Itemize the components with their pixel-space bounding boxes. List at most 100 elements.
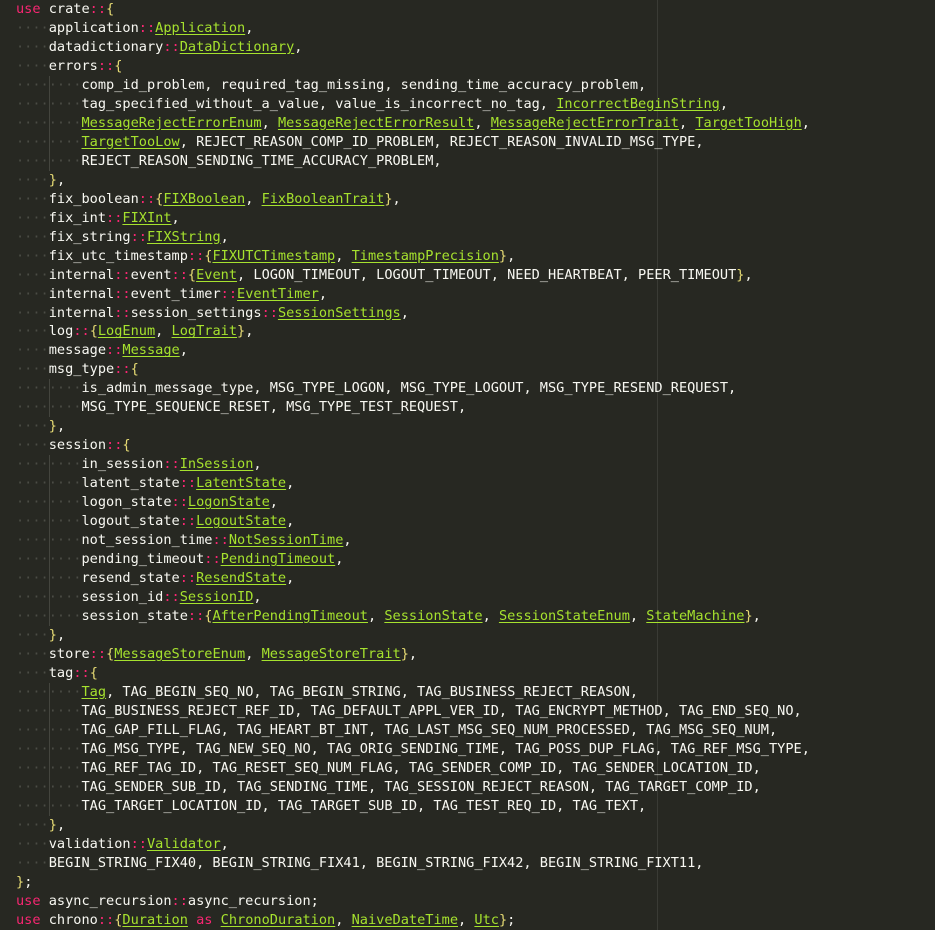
- indent-whitespace: ····: [48, 152, 82, 169]
- code-editor[interactable]: use crate::{····application::Application…: [0, 0, 935, 930]
- code-line[interactable]: };: [0, 873, 810, 892]
- code-line[interactable]: ········ TAG_GAP_FILL_FLAG, TAG_HEART_BT_…: [0, 720, 810, 740]
- code-line[interactable]: ········ comp_id_problem, required_tag_mi…: [0, 75, 810, 95]
- code-line[interactable]: ········ is_admin_message_type, MSG_TYPE_…: [0, 379, 810, 399]
- indent-guide: [48, 493, 50, 513]
- code-line[interactable]: ········ session_id::SessionID,: [0, 588, 810, 607]
- indent-whitespace: ····: [16, 228, 49, 245]
- code-line[interactable]: use async_recursion::async_recursion;: [0, 892, 810, 911]
- code-line[interactable]: ········ MessageRejectErrorEnum, MessageR…: [0, 113, 810, 133]
- code-line[interactable]: ········ in_session::InSession,: [0, 455, 810, 475]
- code-line[interactable]: ····internal::session_settings::SessionS…: [0, 304, 810, 323]
- indent-whitespace: ····: [48, 494, 82, 511]
- code-text: ,: [318, 285, 328, 302]
- path-separator: ::: [212, 532, 229, 549]
- code-text: BEGIN_STRING_FIX40, BEGIN_STRING_FIX41, …: [48, 854, 704, 871]
- indent-guide: [48, 379, 50, 399]
- code-line[interactable]: use crate::{: [0, 0, 810, 19]
- code-text: message: [48, 342, 107, 359]
- indent-whitespace: ····: [48, 721, 82, 738]
- code-text: TAG_TARGET_LOCATION_ID, TAG_TARGET_SUB_I…: [81, 797, 647, 814]
- code-line[interactable]: ····internal::event_timer::EventTimer,: [0, 285, 810, 304]
- code-line[interactable]: ········ session_state::{AfterPendingTime…: [0, 607, 810, 626]
- indent-guide: [48, 758, 50, 778]
- code-line[interactable]: ········ TargetTooLow, REJECT_REASON_COMP…: [0, 132, 810, 152]
- code-line[interactable]: ····},: [0, 171, 810, 190]
- code-line[interactable]: ········ REJECT_REASON_SENDING_TIME_ACCUR…: [0, 151, 810, 171]
- indent-whitespace: ····: [16, 418, 49, 435]
- indent-guide: [48, 151, 50, 171]
- code-line[interactable]: ····},: [0, 417, 810, 436]
- code-text: session_settings: [130, 304, 262, 321]
- code-line[interactable]: ········ TAG_TARGET_LOCATION_ID, TAG_TARG…: [0, 796, 810, 816]
- code-line[interactable]: ····BEGIN_STRING_FIX40, BEGIN_STRING_FIX…: [0, 854, 810, 873]
- type-name: Duration: [122, 911, 188, 928]
- code-line[interactable]: ········ TAG_REF_TAG_ID, TAG_RESET_SEQ_NU…: [0, 758, 810, 778]
- code-text: comp_id_problem, required_tag_missing, s…: [81, 76, 647, 93]
- brace: }: [48, 816, 57, 833]
- code-line[interactable]: use chrono::{Duration as ChronoDuration,…: [0, 911, 810, 930]
- code-line[interactable]: ····log::{LogEnum, LogTrait},: [0, 322, 810, 341]
- indent-guide: [48, 550, 50, 570]
- code-text: ,: [245, 323, 254, 340]
- indent-whitespace: ····: [48, 778, 82, 795]
- code-line[interactable]: ········ TAG_BUSINESS_REJECT_REF_ID, TAG_…: [0, 701, 810, 721]
- code-line[interactable]: ········ logout_state::LogoutState,: [0, 512, 810, 532]
- code-line[interactable]: ····fix_boolean::{FIXBoolean, FixBoolean…: [0, 190, 810, 209]
- brace: {: [114, 57, 123, 74]
- type-name: MessageRejectErrorEnum: [81, 114, 262, 131]
- code-line[interactable]: ····session::{: [0, 436, 810, 455]
- code-line[interactable]: ········ latent_state::LatentState,: [0, 474, 810, 494]
- code-line[interactable]: ········ TAG_MSG_TYPE, TAG_NEW_SEQ_NO, TA…: [0, 739, 810, 759]
- code-line[interactable]: ········ pending_timeout::PendingTimeout,: [0, 550, 810, 570]
- code-text: ,: [269, 494, 278, 511]
- code-line[interactable]: ····application::Application,: [0, 19, 810, 38]
- code-line[interactable]: ····msg_type::{: [0, 360, 810, 379]
- code-text: ,: [482, 608, 499, 624]
- code-line[interactable]: ········ resend_state::ResendState,: [0, 569, 810, 589]
- code-line[interactable]: ····},: [0, 626, 810, 645]
- indent-guide: [48, 682, 50, 702]
- indent-whitespace: ····: [16, 721, 49, 738]
- indent-whitespace: ····: [16, 38, 49, 55]
- path-separator: ::: [171, 892, 188, 909]
- code-line[interactable]: ····fix_string::FIXString,: [0, 228, 810, 247]
- code-line[interactable]: ····},: [0, 816, 810, 835]
- indent-whitespace: ····: [16, 266, 49, 283]
- code-text: ,: [171, 209, 180, 226]
- code-line[interactable]: ····message::Message,: [0, 341, 810, 360]
- type-name: SessionState: [384, 608, 483, 624]
- indent-whitespace: ····: [16, 626, 49, 643]
- code-line[interactable]: ····store::{MessageStoreEnum, MessageSto…: [0, 645, 810, 664]
- code-text: ,: [286, 513, 295, 530]
- code-line[interactable]: ········ TAG_SENDER_SUB_ID, TAG_SENDING_T…: [0, 777, 810, 797]
- code-line[interactable]: ········ MSG_TYPE_SEQUENCE_RESET, MSG_TYP…: [0, 398, 810, 418]
- code-line[interactable]: ····errors::{: [0, 57, 810, 76]
- code-line[interactable]: ····fix_int::FIXInt,: [0, 209, 810, 228]
- brace: }: [16, 873, 25, 890]
- indent-whitespace: ····: [16, 475, 49, 492]
- code-line[interactable]: ····tag::{: [0, 664, 810, 683]
- code-line[interactable]: ····datadictionary::DataDictionary,: [0, 38, 810, 57]
- code-text: TAG_GAP_FILL_FLAG, TAG_HEART_BT_INT, TAG…: [81, 721, 778, 738]
- type-name: SessionID: [179, 589, 254, 606]
- code-line[interactable]: ····fix_utc_timestamp::{FIXUTCTimestamp,…: [0, 247, 810, 266]
- code-line[interactable]: ········ not_session_time::NotSessionTime…: [0, 531, 810, 551]
- type-name: Validator: [146, 835, 221, 852]
- code-text: ,: [801, 114, 810, 131]
- type-name: MessageRejectErrorTrait: [490, 114, 679, 131]
- code-text: async_recursion: [40, 892, 172, 909]
- indent-guide: [48, 75, 50, 95]
- indent-whitespace: ····: [16, 95, 49, 112]
- code-content[interactable]: use crate::{····application::Application…: [0, 0, 810, 929]
- type-name: MessageRejectErrorResult: [277, 114, 475, 131]
- code-line[interactable]: ········ Tag, TAG_BEGIN_SEQ_NO, TAG_BEGIN…: [0, 682, 810, 702]
- code-line[interactable]: ········ tag_specified_without_a_value, v…: [0, 94, 810, 114]
- code-text: ;: [24, 873, 33, 890]
- code-text: msg_type: [48, 361, 115, 378]
- code-line[interactable]: ········ logon_state::LogonState,: [0, 493, 810, 513]
- code-line[interactable]: ····validation::Validator,: [0, 835, 810, 854]
- code-text: ,: [335, 551, 344, 568]
- type-name: Event: [196, 266, 238, 283]
- code-line[interactable]: ····internal::event::{Event, LOGON_TIMEO…: [0, 266, 810, 285]
